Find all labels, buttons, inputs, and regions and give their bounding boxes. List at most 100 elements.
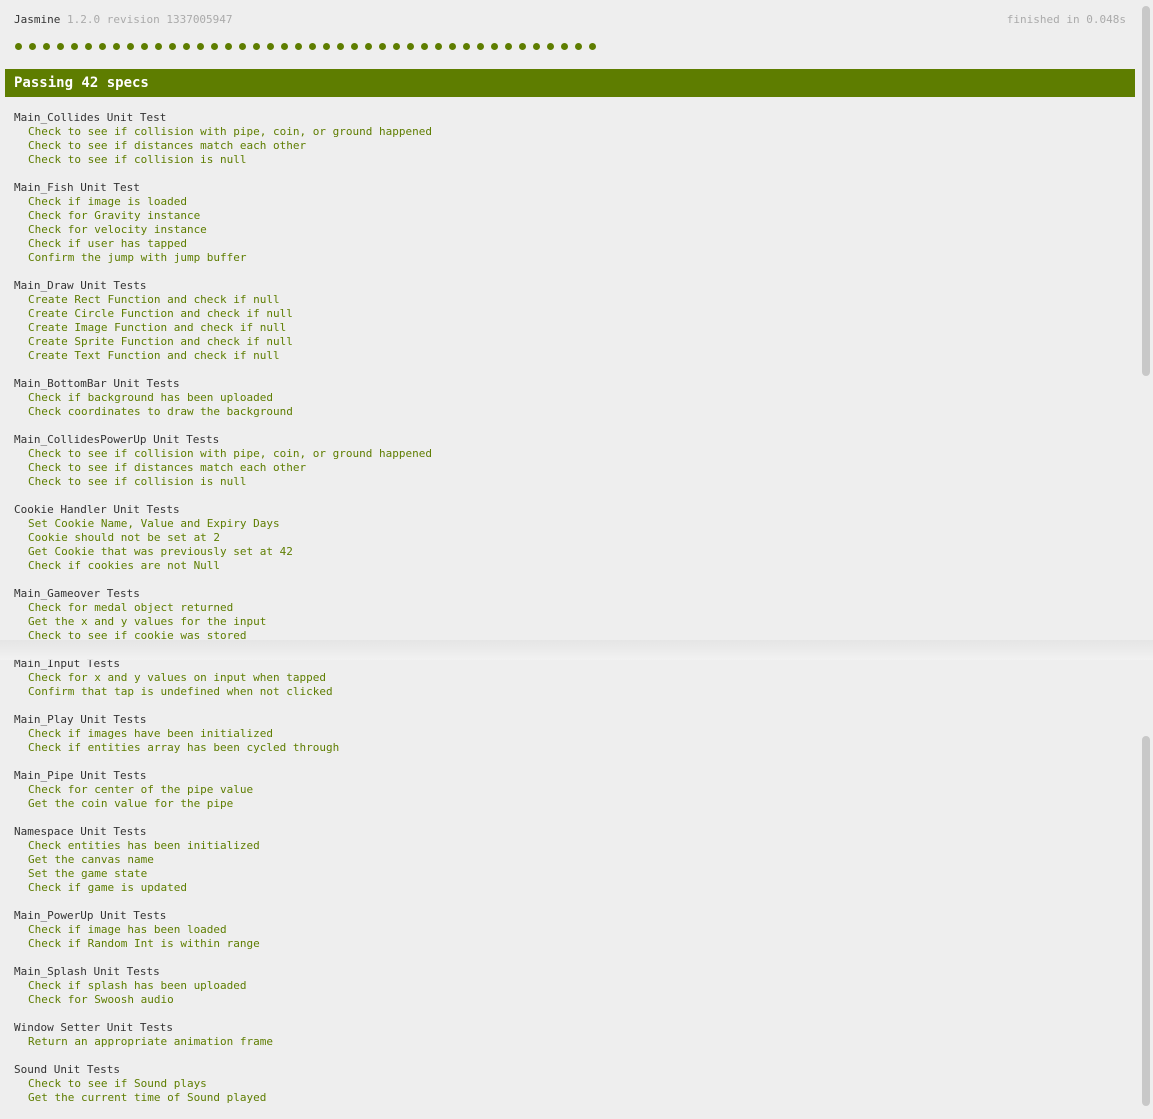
spec-passed-dot[interactable] [547, 43, 554, 50]
spec-passed-dot[interactable] [183, 43, 190, 50]
spec-link[interactable]: Create Circle Function and check if null [14, 307, 1134, 321]
suite-title-link[interactable]: Main_PowerUp Unit Tests [14, 909, 1134, 923]
spec-passed-dot[interactable] [379, 43, 386, 50]
spec-link[interactable]: Check for x and y values on input when t… [14, 671, 1134, 685]
spec-link[interactable]: Get the coin value for the pipe [14, 797, 1134, 811]
spec-link[interactable]: Check for medal object returned [14, 601, 1134, 615]
spec-link[interactable]: Check to see if collision is null [14, 153, 1134, 167]
spec-passed-dot[interactable] [435, 43, 442, 50]
spec-passed-dot[interactable] [463, 43, 470, 50]
spec-passed-dot[interactable] [253, 43, 260, 50]
spec-passed-dot[interactable] [477, 43, 484, 50]
suite-title-link[interactable]: Main_Fish Unit Test [14, 181, 1134, 195]
spec-link[interactable]: Check if Random Int is within range [14, 937, 1134, 951]
spec-link[interactable]: Check if splash has been uploaded [14, 979, 1134, 993]
spec-passed-dot[interactable] [407, 43, 414, 50]
spec-passed-dot[interactable] [337, 43, 344, 50]
suite-title-link[interactable]: Main_Collides Unit Test [14, 111, 1134, 125]
suite-title-link[interactable]: Main_CollidesPowerUp Unit Tests [14, 433, 1134, 447]
spec-passed-dot[interactable] [323, 43, 330, 50]
spec-link[interactable]: Check if image is loaded [14, 195, 1134, 209]
spec-link[interactable]: Check to see if collision is null [14, 475, 1134, 489]
spec-passed-dot[interactable] [29, 43, 36, 50]
spec-passed-dot[interactable] [211, 43, 218, 50]
spec-link[interactable]: Get the current time of Sound played [14, 1091, 1134, 1105]
spec-passed-dot[interactable] [71, 43, 78, 50]
spec-link[interactable]: Check for Swoosh audio [14, 993, 1134, 1007]
suite-title-link[interactable]: Main_Pipe Unit Tests [14, 769, 1134, 783]
spec-passed-dot[interactable] [15, 43, 22, 50]
scrollbar-thumb-lower[interactable] [1142, 736, 1150, 1106]
spec-passed-dot[interactable] [295, 43, 302, 50]
spec-passed-dot[interactable] [309, 43, 316, 50]
spec-link[interactable]: Confirm the jump with jump buffer [14, 251, 1134, 265]
spec-passed-dot[interactable] [281, 43, 288, 50]
spec-passed-dot[interactable] [561, 43, 568, 50]
spec-link[interactable]: Check for center of the pipe value [14, 783, 1134, 797]
suite-title-link[interactable]: Cookie Handler Unit Tests [14, 503, 1134, 517]
spec-link[interactable]: Check if user has tapped [14, 237, 1134, 251]
spec-passed-dot[interactable] [113, 43, 120, 50]
spec-passed-dot[interactable] [141, 43, 148, 50]
suite-title-link[interactable]: Sound Unit Tests [14, 1063, 1134, 1077]
spec-passed-dot[interactable] [43, 43, 50, 50]
spec-passed-dot[interactable] [127, 43, 134, 50]
spec-passed-dot[interactable] [169, 43, 176, 50]
spec-link[interactable]: Get the x and y values for the input [14, 615, 1134, 629]
suite-title-link[interactable]: Main_Play Unit Tests [14, 713, 1134, 727]
suite-title-link[interactable]: Main_BottomBar Unit Tests [14, 377, 1134, 391]
spec-link[interactable]: Check if game is updated [14, 881, 1134, 895]
duration-label: finished in 0.048s [1006, 13, 1126, 26]
spec-passed-dot[interactable] [449, 43, 456, 50]
spec-link[interactable]: Create Text Function and check if null [14, 349, 1134, 363]
spec-passed-dot[interactable] [85, 43, 92, 50]
suite-title-link[interactable]: Main_Draw Unit Tests [14, 279, 1134, 293]
spec-link[interactable]: Set the game state [14, 867, 1134, 881]
spec-passed-dot[interactable] [99, 43, 106, 50]
spec-link[interactable]: Create Rect Function and check if null [14, 293, 1134, 307]
spec-link[interactable]: Create Sprite Function and check if null [14, 335, 1134, 349]
suite-title-link[interactable]: Main_Splash Unit Tests [14, 965, 1134, 979]
spec-link[interactable]: Check if entities array has been cycled … [14, 741, 1134, 755]
spec-link[interactable]: Get the canvas name [14, 853, 1134, 867]
spec-passed-dot[interactable] [519, 43, 526, 50]
spec-passed-dot[interactable] [239, 43, 246, 50]
spec-link[interactable]: Set Cookie Name, Value and Expiry Days [14, 517, 1134, 531]
spec-passed-dot[interactable] [575, 43, 582, 50]
spec-passed-dot[interactable] [421, 43, 428, 50]
spec-link[interactable]: Check for velocity instance [14, 223, 1134, 237]
spec-passed-dot[interactable] [267, 43, 274, 50]
spec-link[interactable]: Check to see if Sound plays [14, 1077, 1134, 1091]
suite-title-link[interactable]: Namespace Unit Tests [14, 825, 1134, 839]
spec-link[interactable]: Check to see if distances match each oth… [14, 461, 1134, 475]
spec-passed-dot[interactable] [365, 43, 372, 50]
spec-link[interactable]: Confirm that tap is undefined when not c… [14, 685, 1134, 699]
spec-passed-dot[interactable] [589, 43, 596, 50]
spec-link[interactable]: Check if images have been initialized [14, 727, 1134, 741]
spec-passed-dot[interactable] [57, 43, 64, 50]
spec-link[interactable]: Check entities has been initialized [14, 839, 1134, 853]
spec-link[interactable]: Check to see if distances match each oth… [14, 139, 1134, 153]
spec-passed-dot[interactable] [351, 43, 358, 50]
spec-link[interactable]: Cookie should not be set at 2 [14, 531, 1134, 545]
spec-passed-dot[interactable] [197, 43, 204, 50]
spec-link[interactable]: Check if cookies are not Null [14, 559, 1134, 573]
spec-link[interactable]: Check if image has been loaded [14, 923, 1134, 937]
spec-passed-dot[interactable] [155, 43, 162, 50]
spec-link[interactable]: Create Image Function and check if null [14, 321, 1134, 335]
spec-passed-dot[interactable] [393, 43, 400, 50]
spec-link[interactable]: Check to see if collision with pipe, coi… [14, 125, 1134, 139]
spec-link[interactable]: Check if background has been uploaded [14, 391, 1134, 405]
spec-link[interactable]: Check coordinates to draw the background [14, 405, 1134, 419]
suite-title-link[interactable]: Main_Gameover Tests [14, 587, 1134, 601]
spec-link[interactable]: Get Cookie that was previously set at 42 [14, 545, 1134, 559]
suite-title-link[interactable]: Window Setter Unit Tests [14, 1021, 1134, 1035]
spec-link[interactable]: Return an appropriate animation frame [14, 1035, 1134, 1049]
spec-passed-dot[interactable] [491, 43, 498, 50]
scrollbar-thumb-upper[interactable] [1142, 6, 1150, 376]
spec-passed-dot[interactable] [533, 43, 540, 50]
spec-link[interactable]: Check to see if collision with pipe, coi… [14, 447, 1134, 461]
spec-link[interactable]: Check for Gravity instance [14, 209, 1134, 223]
spec-passed-dot[interactable] [505, 43, 512, 50]
spec-passed-dot[interactable] [225, 43, 232, 50]
